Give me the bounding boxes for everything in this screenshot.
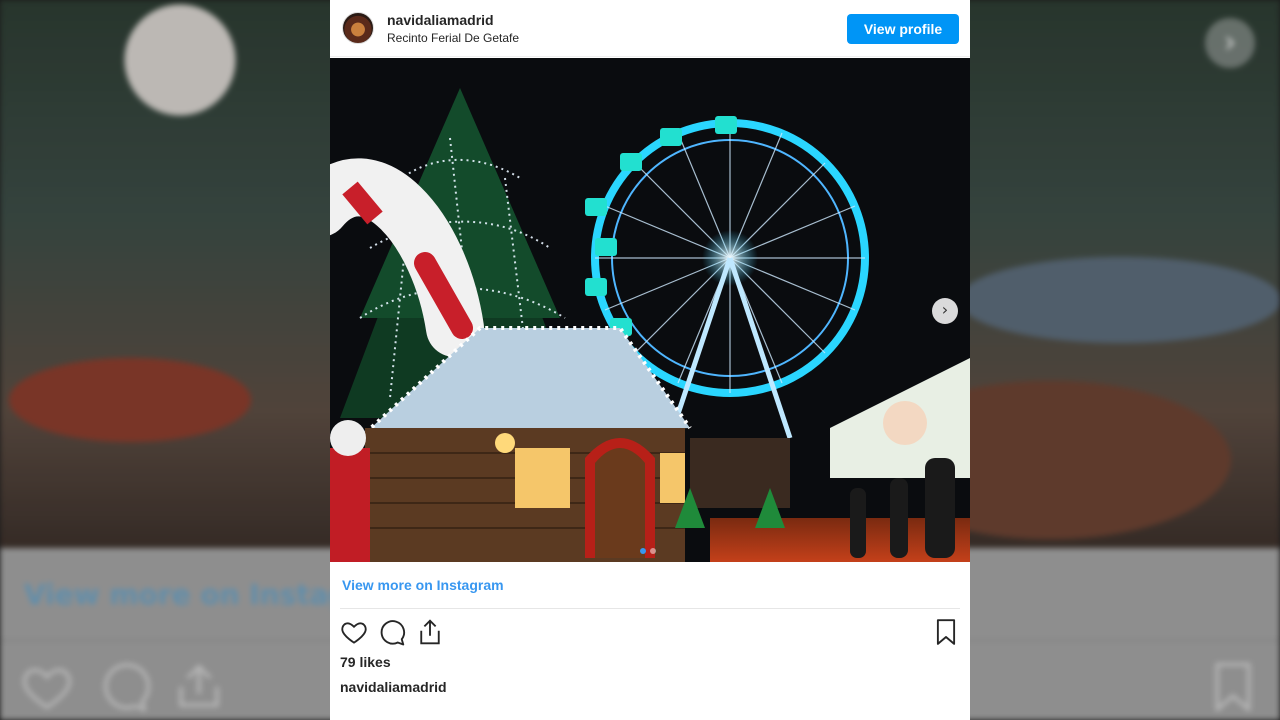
bookmark-icon[interactable] <box>931 617 961 647</box>
post-actions <box>339 617 961 647</box>
likes-count[interactable]: 79 likes <box>340 654 391 670</box>
background-view-more-text: View more on Instagr <box>24 578 363 611</box>
post-header: navidaliamadrid Recinto Ferial De Getafe… <box>330 0 970 57</box>
background-share-icon <box>179 664 219 707</box>
heart-icon[interactable] <box>339 617 369 647</box>
caption-username[interactable]: navidaliamadrid <box>340 679 447 695</box>
carousel-next-button[interactable]: › <box>932 298 958 324</box>
post-username[interactable]: navidaliamadrid <box>387 12 494 28</box>
comment-icon[interactable] <box>377 617 407 647</box>
background-chevron-right-icon: › <box>1205 18 1255 68</box>
view-more-link[interactable]: View more on Instagram <box>342 577 504 593</box>
avatar[interactable] <box>342 12 374 44</box>
background-bookmark-icon <box>1215 662 1251 712</box>
view-profile-button[interactable]: View profile <box>847 14 959 44</box>
share-icon[interactable] <box>415 617 445 647</box>
carousel-dot-active <box>640 548 646 554</box>
post-photo-illustration <box>330 58 970 562</box>
chevron-right-icon: › <box>941 300 949 319</box>
background-comment-icon <box>103 663 150 712</box>
carousel-dot <box>650 548 656 554</box>
instagram-embed-card: navidaliamadrid Recinto Ferial De Getafe… <box>330 0 970 720</box>
divider <box>340 608 960 609</box>
background-heart-icon <box>22 668 72 710</box>
post-location[interactable]: Recinto Ferial De Getafe <box>387 31 519 45</box>
carousel-indicator <box>640 539 660 558</box>
post-photo[interactable]: › <box>330 58 970 562</box>
